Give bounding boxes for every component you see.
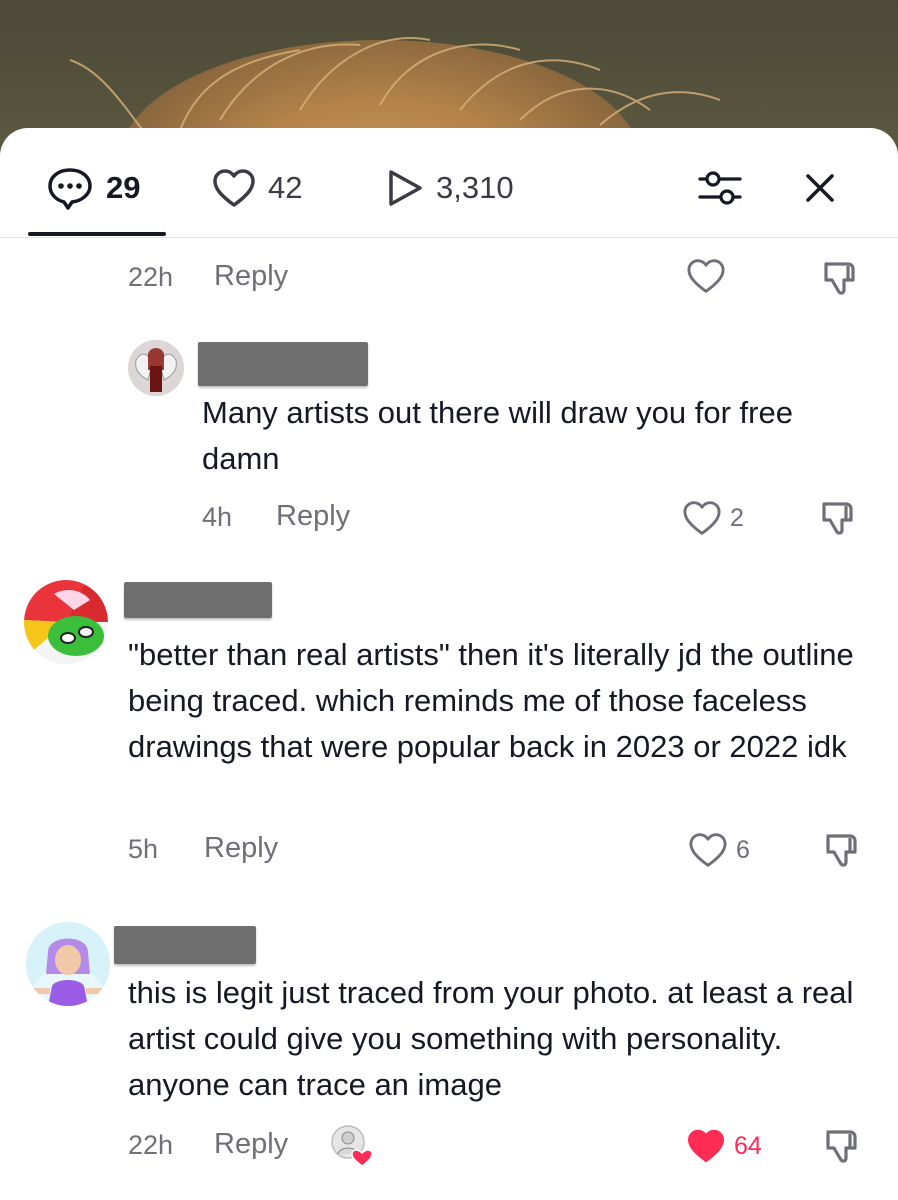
avatar[interactable] (26, 922, 110, 1006)
likes-tab[interactable]: 42 (212, 168, 302, 208)
avatar[interactable] (24, 580, 108, 664)
like-button[interactable]: 6 (688, 832, 750, 868)
reply-button[interactable]: Reply (214, 260, 288, 293)
avatar[interactable] (128, 340, 184, 396)
creator-avatar-icon (331, 1125, 373, 1167)
heart-icon (687, 259, 725, 293)
username-redacted (124, 582, 272, 618)
active-tab-indicator (28, 232, 166, 236)
avatar-image (128, 340, 184, 396)
filter-button[interactable] (694, 164, 746, 212)
comment-time: 4h (202, 502, 233, 532)
dislike-button[interactable] (818, 498, 858, 543)
thumbs-down-icon (822, 502, 853, 535)
heart-filled-icon (688, 1129, 724, 1163)
thumbs-down-icon (824, 262, 855, 295)
like-button[interactable] (686, 258, 726, 294)
reply-button[interactable]: Reply (214, 1128, 288, 1161)
thumbs-down-icon (826, 1130, 857, 1163)
comments-sheet: 29 42 3,310 22h Reply Many artists out t… (0, 128, 898, 1200)
filter-icon (698, 171, 742, 205)
dislike-button[interactable] (822, 830, 862, 875)
username-redacted (114, 926, 256, 964)
heart-icon (689, 833, 727, 867)
comments-header: 29 42 3,310 (0, 128, 898, 240)
like-button[interactable]: 2 (682, 500, 744, 536)
like-count: 64 (734, 1131, 762, 1160)
comment-text: Many artists out there will draw you for… (202, 395, 793, 476)
reply-button[interactable]: Reply (204, 832, 278, 865)
avatar-image (26, 922, 110, 1006)
reply-button[interactable]: Reply (276, 500, 350, 533)
heart-icon (683, 501, 721, 535)
comment-text: "better than real artists" then it's lit… (128, 637, 854, 764)
comment-time: 22h (128, 262, 174, 292)
plays-tab[interactable]: 3,310 (386, 168, 514, 208)
plays-count: 3,310 (436, 170, 514, 205)
dislike-button[interactable] (822, 1126, 862, 1171)
comments-tab[interactable]: 29 (46, 168, 141, 210)
username-redacted (198, 342, 368, 386)
comments-count: 29 (106, 170, 141, 205)
dislike-button[interactable] (820, 258, 860, 303)
likes-count: 42 (268, 170, 303, 205)
like-button[interactable]: 64 (686, 1128, 762, 1164)
comment-time: 22h (128, 1130, 174, 1160)
play-icon (389, 170, 422, 206)
heart-icon (213, 169, 255, 207)
like-count: 2 (730, 503, 744, 532)
close-icon (806, 174, 834, 202)
creator-liked-avatar (330, 1124, 373, 1167)
header-divider (0, 237, 898, 238)
comment-text: this is legit just traced from your phot… (128, 975, 854, 1102)
comment-time: 5h (128, 834, 159, 864)
comment-icon (48, 168, 92, 210)
avatar-image (24, 580, 108, 664)
thumbs-down-icon (826, 834, 857, 867)
like-count: 6 (736, 835, 750, 864)
close-button[interactable] (796, 164, 844, 212)
